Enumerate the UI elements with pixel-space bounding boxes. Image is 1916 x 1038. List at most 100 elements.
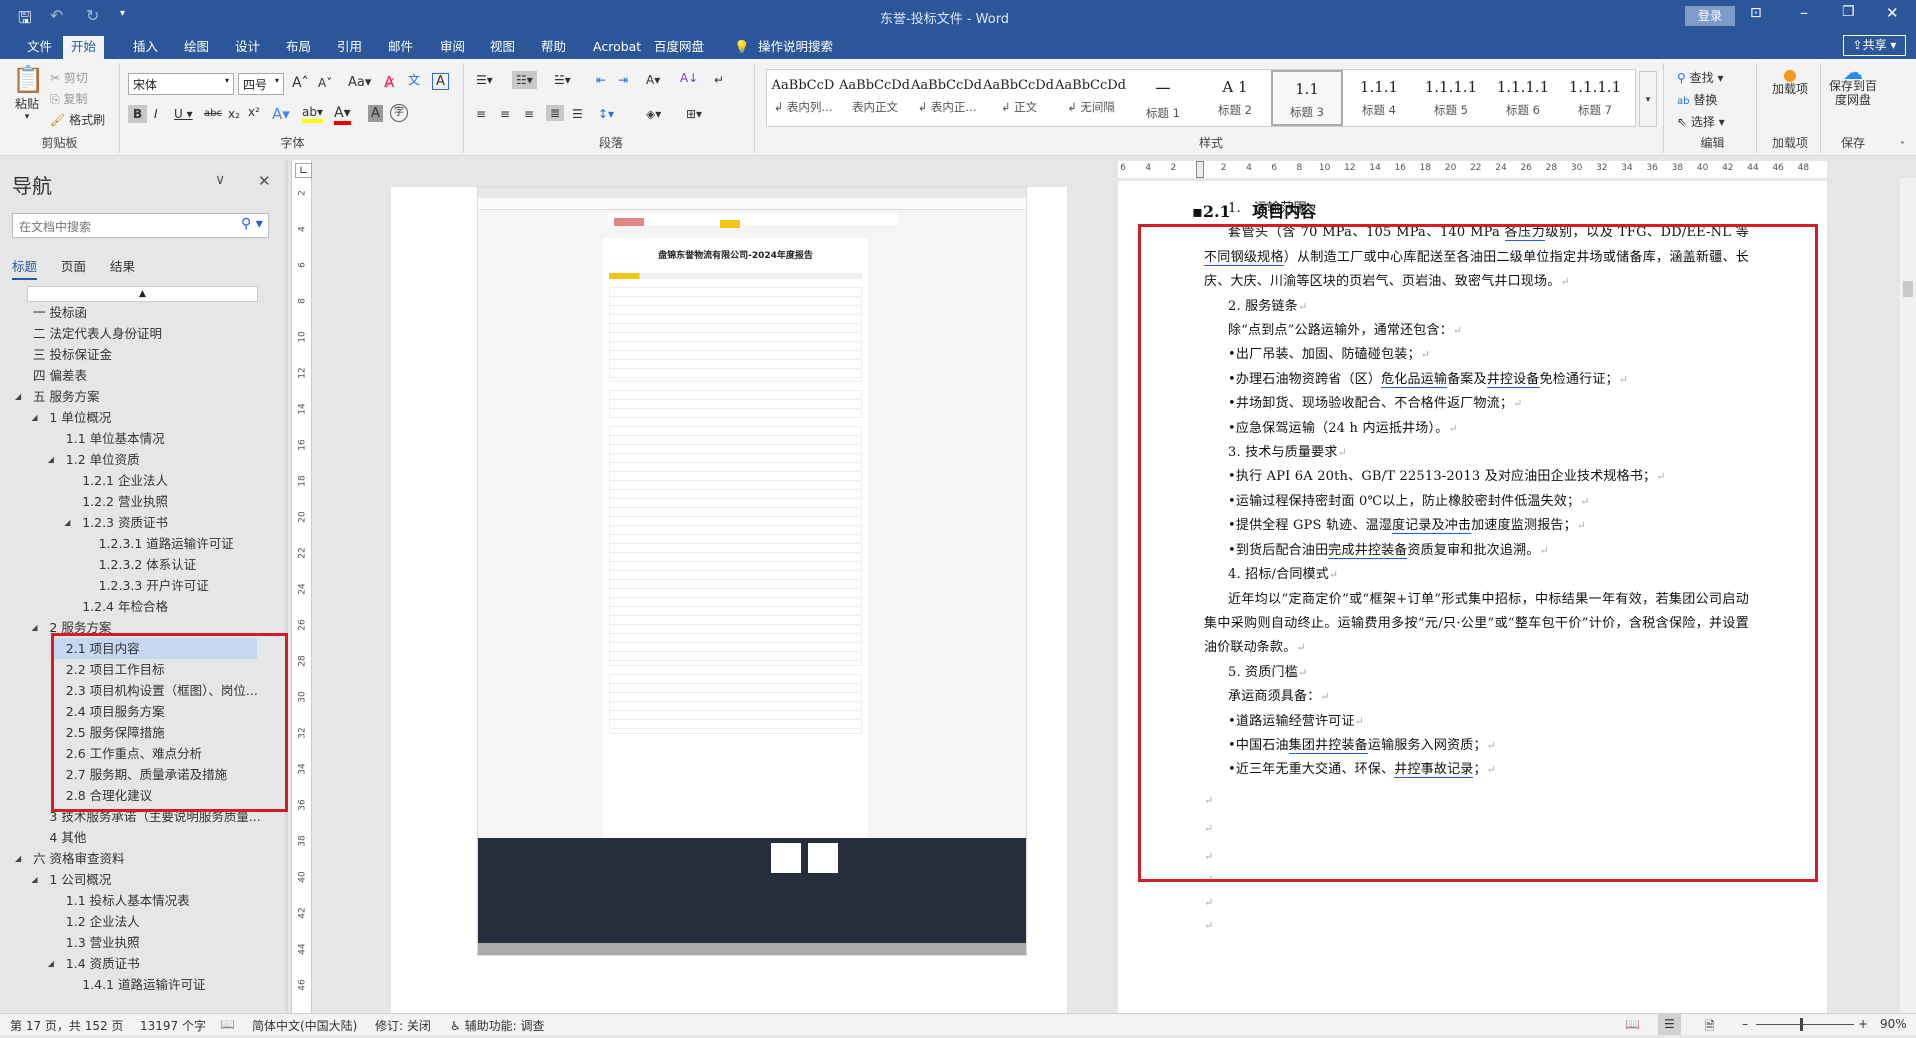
paste-button[interactable]: 📋 粘贴 ▾: [12, 65, 44, 122]
proofing-icon[interactable]: 📖: [220, 1017, 235, 1031]
page-count[interactable]: 第 17 页，共 152 页: [10, 1017, 123, 1034]
style-5[interactable]: 一标题 1: [1127, 70, 1199, 126]
borders-icon[interactable]: ⊞▾: [686, 107, 702, 121]
document-body[interactable]: 1. 运输范围↵ 套管头（含 70 MPa、105 MPa、140 MPa 各压力…: [1204, 197, 1749, 937]
nav-item[interactable]: 4 其他: [0, 827, 257, 848]
underline-button[interactable]: U ▾: [174, 107, 193, 121]
vertical-scrollbar[interactable]: [1900, 178, 1916, 1013]
copy-button[interactable]: ⎘ 复制: [50, 90, 87, 107]
undo-icon[interactable]: ↶: [50, 6, 63, 25]
nav-item[interactable]: 2.1 项目内容: [51, 638, 257, 659]
style-10[interactable]: 1.1.1.1 标题 6: [1487, 70, 1559, 126]
tab-6[interactable]: 引用: [329, 36, 370, 59]
nav-item[interactable]: 1.2.3.1 道路运输许可证: [0, 533, 257, 554]
zoom-slider-thumb[interactable]: [1800, 1018, 1803, 1031]
nav-item[interactable]: 3 技术服务承诺（主要说明服务质量...: [0, 806, 260, 827]
nav-item[interactable]: ◢ 1.4 资质证书: [0, 953, 257, 974]
numbering-icon[interactable]: ☷▾: [512, 71, 537, 89]
change-case-icon[interactable]: Aa▾: [348, 75, 371, 90]
tab-8[interactable]: 审阅: [432, 36, 473, 59]
expand-triangle-icon[interactable]: ◢: [64, 512, 70, 533]
tab-5[interactable]: 布局: [278, 36, 319, 59]
style-3[interactable]: AaBbCcDdI ↲ 正文: [983, 70, 1055, 126]
nav-item[interactable]: 2.2 项目工作目标: [0, 659, 257, 680]
expand-triangle-icon[interactable]: ◢: [15, 386, 21, 407]
login-button[interactable]: 登录: [1685, 6, 1735, 26]
redo-icon[interactable]: ↻: [86, 6, 99, 25]
customize-toolbar-icon[interactable]: ▾: [120, 8, 125, 19]
align-right-icon[interactable]: ≡: [524, 107, 534, 121]
zoom-slider[interactable]: [1756, 1024, 1854, 1025]
ribbon-display-options-icon[interactable]: ⊡: [1750, 5, 1762, 21]
grow-font-icon[interactable]: A˄: [292, 75, 309, 91]
track-changes-status[interactable]: 修订: 关闭: [375, 1017, 431, 1034]
nav-item[interactable]: 2.3 项目机构设置（框图）、岗位...: [0, 680, 258, 701]
nav-item[interactable]: 四 偏差表: [0, 365, 257, 386]
nav-item[interactable]: 1.2.2 营业执照: [0, 491, 257, 512]
expand-triangle-icon[interactable]: ◢: [48, 953, 54, 974]
align-left-icon[interactable]: ≡: [476, 107, 486, 121]
replace-button[interactable]: ab 替换: [1677, 91, 1717, 108]
nav-item[interactable]: ◢ 2 服务方案: [0, 617, 257, 638]
character-border-icon[interactable]: A: [432, 73, 449, 90]
tab-11[interactable]: Acrobat: [585, 36, 649, 59]
styles-more-button[interactable]: ▾: [1639, 71, 1657, 127]
restore-icon[interactable]: ❐: [1842, 4, 1855, 20]
align-center-icon[interactable]: ≡: [500, 107, 510, 121]
ruler-indent-marker[interactable]: [1196, 161, 1204, 178]
zoom-level[interactable]: 90%: [1880, 1017, 1907, 1031]
close-icon[interactable]: ✕: [1886, 4, 1899, 22]
bullets-icon[interactable]: ☰▾: [476, 73, 493, 87]
character-shading-icon[interactable]: A: [368, 105, 383, 122]
select-button[interactable]: ⇖ 选择 ▾: [1677, 113, 1725, 130]
nav-item[interactable]: 1.1 投标人基本情况表: [0, 890, 257, 911]
addins-button[interactable]: ● 加载项: [1772, 67, 1808, 97]
subscript-button[interactable]: x₂: [228, 107, 240, 121]
font-color-icon[interactable]: A▾: [334, 105, 351, 125]
tab-2[interactable]: 插入: [125, 36, 166, 59]
style-2[interactable]: AaBbCcDdI ↲ 表内正...: [911, 70, 983, 126]
print-layout-icon[interactable]: ☰: [1658, 1014, 1681, 1035]
cut-button[interactable]: ✂ 剪切: [50, 69, 88, 86]
justify-icon[interactable]: ≣: [546, 105, 565, 121]
sort-icon[interactable]: A↓: [680, 71, 698, 85]
nav-tab-2[interactable]: 结果: [110, 256, 135, 278]
nav-item[interactable]: 二 法定代表人身份证明: [0, 323, 257, 344]
nav-scrollbar[interactable]: [285, 160, 288, 1013]
format-painter-button[interactable]: 🖌 格式刷: [50, 111, 105, 128]
collapse-all-button[interactable]: ▲: [27, 286, 258, 302]
strikethrough-button[interactable]: abc: [204, 108, 222, 119]
nav-item[interactable]: 1.4.1 道路运输许可证: [0, 974, 257, 995]
nav-item[interactable]: 1.2.4 年检合格: [0, 596, 257, 617]
expand-triangle-icon[interactable]: ◢: [31, 617, 37, 638]
tab-9[interactable]: 视图: [482, 36, 523, 59]
nav-options-icon[interactable]: ∨: [215, 172, 225, 188]
line-spacing-icon[interactable]: ↕▾: [598, 107, 614, 121]
tab-12[interactable]: 百度网盘: [646, 36, 712, 59]
read-mode-icon[interactable]: 📖: [1625, 1017, 1640, 1031]
tab-7[interactable]: 邮件: [380, 36, 421, 59]
tab-10[interactable]: 帮助: [533, 36, 574, 59]
tab-1[interactable]: 开始: [63, 36, 105, 59]
style-1[interactable]: AaBbCcDdI 表内正文: [839, 70, 911, 126]
superscript-button[interactable]: x²: [248, 105, 260, 119]
nav-item[interactable]: 1.2.1 企业法人: [0, 470, 257, 491]
scrollbar-thumb[interactable]: [1903, 281, 1913, 297]
tab-0[interactable]: 文件: [19, 36, 60, 59]
highlight-color-icon[interactable]: ab▾: [302, 105, 323, 123]
text-effects-icon[interactable]: A▾: [272, 105, 290, 123]
nav-item[interactable]: 2.5 服务保障措施: [0, 722, 257, 743]
increase-indent-icon[interactable]: ⇥: [618, 73, 628, 87]
style-6[interactable]: A 1 标题 2: [1199, 70, 1271, 126]
minimize-icon[interactable]: –: [1800, 3, 1808, 22]
zoom-in-button[interactable]: +: [1858, 1017, 1868, 1031]
expand-triangle-icon[interactable]: ◢: [31, 407, 37, 428]
nav-item[interactable]: 1.2.3.2 体系认证: [0, 554, 257, 575]
word-count[interactable]: 13197 个字: [140, 1017, 206, 1034]
multilevel-list-icon[interactable]: ☱▾: [554, 73, 571, 87]
expand-triangle-icon[interactable]: ◢: [48, 449, 54, 470]
tab-4[interactable]: 设计: [227, 36, 268, 59]
nav-item[interactable]: ◢ 1 单位概况: [0, 407, 257, 428]
nav-close-icon[interactable]: ✕: [258, 172, 271, 190]
font-size-select[interactable]: 四号 ▾: [238, 73, 284, 95]
